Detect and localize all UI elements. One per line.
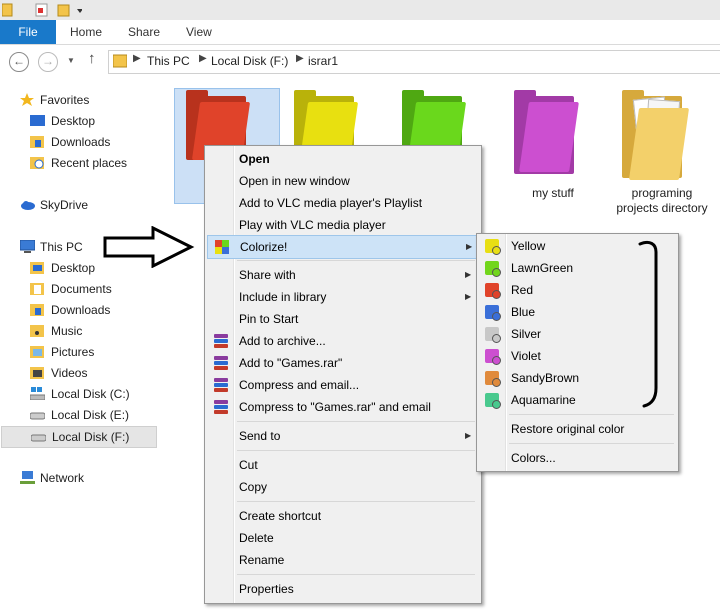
menu-item-colors-dialog[interactable]: Colors... [479,447,675,469]
folder-label-programing-projects[interactable]: programing projects directory [610,186,714,216]
tab-share[interactable]: Share [128,20,160,44]
menu-item-open[interactable]: Open [207,148,479,170]
address-bar[interactable]: ▶ This PC ▶ Local Disk (F:) ▶ israr1 [108,50,720,74]
winrar-icon [213,355,229,371]
title-bar [0,0,720,21]
folder-icon [113,54,127,68]
documents-folder-icon [30,283,44,295]
tab-file[interactable]: File [0,20,56,44]
menu-separator [237,501,475,502]
menu-item-compress-email[interactable]: Compress and email... [207,374,479,396]
breadcrumb-local-disk-f[interactable]: Local Disk (F:) [211,54,288,68]
skydrive-cloud-icon [21,201,35,210]
videos-folder-icon [30,367,44,379]
nav-pc-local-disk-f[interactable]: Local Disk (F:) [1,426,157,448]
pictures-folder-icon [30,346,44,358]
menu-separator [509,443,674,444]
menu-item-properties[interactable]: Properties [207,578,479,600]
menu-separator [509,414,674,415]
music-folder-icon [30,325,44,337]
chevron-right-icon: ▶ [465,431,472,440]
menu-item-cut[interactable]: Cut [207,454,479,476]
menu-item-colorize[interactable]: Colorize! ▶ [207,235,477,259]
drive-icon [30,412,45,420]
annotation-bracket [638,240,658,408]
menu-item-share-with[interactable]: Share with ▶ [207,264,479,286]
network-icon [20,471,35,484]
menu-item-rename[interactable]: Rename [207,549,479,571]
menu-item-include-library[interactable]: Include in library ▶ [207,286,479,308]
forward-button[interactable]: → [38,52,58,72]
menu-item-open-new-window[interactable]: Open in new window [207,170,479,192]
menu-separator [237,574,475,575]
menu-item-pin-to-start[interactable]: Pin to Start [207,308,479,330]
folder-my-stuff[interactable] [514,90,579,175]
chevron-right-icon: ▶ [296,53,304,64]
chevron-right-icon: ▶ [465,292,472,301]
context-menu: Open Open in new window Add to VLC media… [204,145,482,604]
computer-icon [20,240,35,253]
annotation-arrow [103,226,195,268]
menu-item-add-to-archive[interactable]: Add to archive... [207,330,479,352]
breadcrumb-this-pc[interactable]: This PC [147,54,190,68]
windows-drive-icon [30,387,45,400]
menu-item-send-to[interactable]: Send to ▶ [207,425,479,447]
folder-color-swatch-icon [485,349,501,365]
up-button[interactable]: ↑ [88,50,96,67]
drive-icon [31,434,46,442]
folder-color-swatch-icon [485,305,501,321]
folder-color-swatch-icon [485,327,501,343]
menu-item-vlc-playlist[interactable]: Add to VLC media player's Playlist [207,192,479,214]
desktop-icon [30,115,45,126]
chevron-right-icon: ▶ [199,53,207,64]
quick-access-toolbar[interactable] [2,3,82,17]
menu-item-vlc-play[interactable]: Play with VLC media player [207,214,479,236]
star-icon [20,93,34,106]
folder-color-swatch-icon [485,371,501,387]
menu-item-compress-games-email[interactable]: Compress to "Games.rar" and email [207,396,479,418]
winrar-icon [213,333,229,349]
folder-label-my-stuff[interactable]: my stuff [514,186,592,201]
tab-view[interactable]: View [186,20,212,44]
folder-color-swatch-icon [485,283,501,299]
recent-locations-chevron-icon[interactable]: ▼ [67,56,75,65]
menu-item-add-to-games-rar[interactable]: Add to "Games.rar" [207,352,479,374]
back-button[interactable]: ← [9,52,29,72]
menu-separator [237,421,475,422]
menu-separator [237,260,475,261]
tab-home[interactable]: Home [70,20,102,44]
ribbon-tabs: File Home Share View [0,20,720,45]
folder-color-swatch-icon [485,393,501,409]
menu-item-restore-original-color[interactable]: Restore original color [479,418,675,440]
menu-separator [237,450,475,451]
recent-places-icon [30,157,44,169]
winrar-icon [213,377,229,393]
chevron-right-icon: ▶ [466,242,473,251]
menu-item-create-shortcut[interactable]: Create shortcut [207,505,479,527]
winrar-icon [213,399,229,415]
colorize-icon [215,240,229,254]
chevron-right-icon: ▶ [465,270,472,279]
menu-item-delete[interactable]: Delete [207,527,479,549]
folder-color-swatch-icon [485,261,501,277]
breadcrumb-israr1[interactable]: israr1 [308,54,338,68]
downloads-folder-icon [30,136,44,148]
folder-color-swatch-icon [485,239,501,255]
chevron-right-icon: ▶ [133,53,141,64]
folder-programing-projects[interactable] [622,90,690,180]
navigation-pane: Favorites Desktop Downloads Recent place… [0,80,158,615]
folder-icon [30,262,44,274]
downloads-folder-icon [30,304,44,316]
menu-item-copy[interactable]: Copy [207,476,479,498]
address-row: ← → ▼ ↑ ▶ This PC ▶ Local Disk (F:) ▶ is… [0,45,720,77]
